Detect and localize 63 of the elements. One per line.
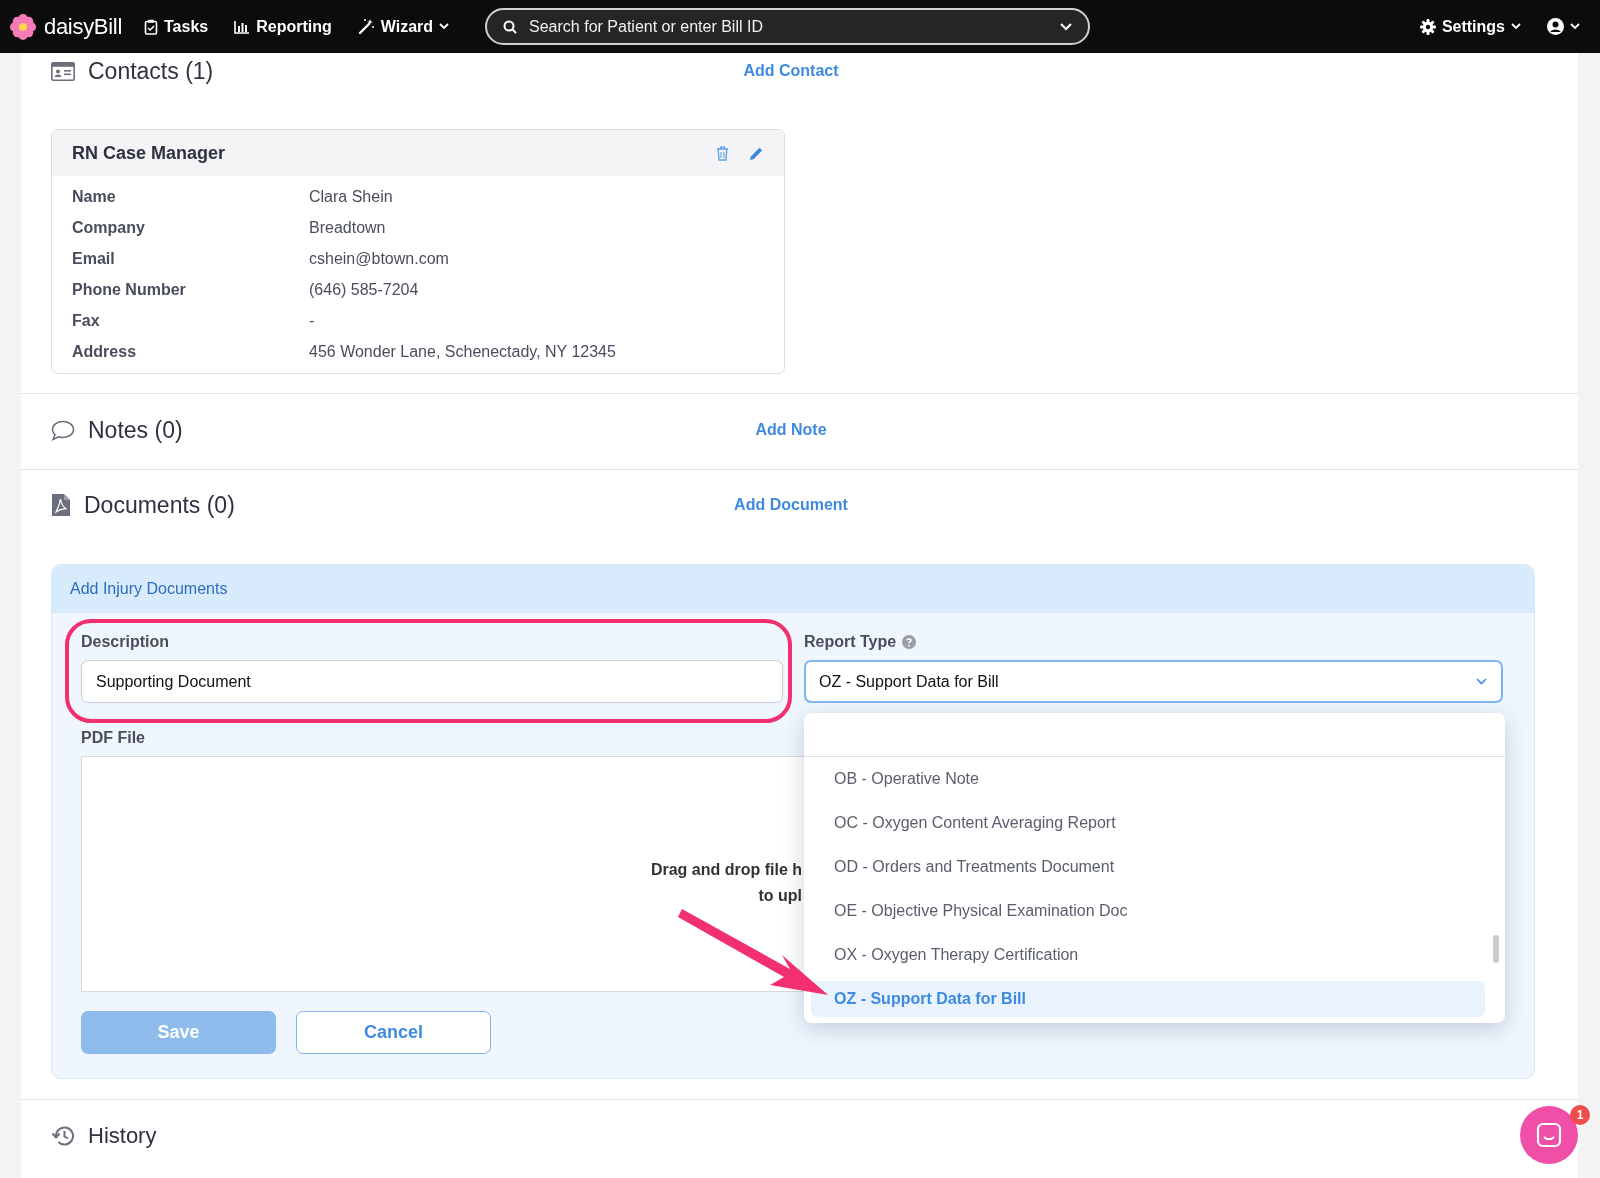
- history-icon: [51, 1125, 75, 1147]
- user-menu-button[interactable]: [1547, 18, 1580, 35]
- field-label: Report Type: [804, 633, 897, 651]
- field-value: cshein@btown.com: [309, 249, 449, 268]
- add-document-link[interactable]: Add Document: [734, 496, 848, 514]
- flower-logo-icon: [10, 13, 36, 40]
- field-label: Phone Number: [72, 280, 187, 299]
- search-field[interactable]: Search for Patient or enter Bill ID: [485, 8, 1091, 45]
- field-label: Company: [72, 218, 146, 237]
- pencil-icon[interactable]: [749, 145, 764, 161]
- field-label: PDF File: [81, 729, 146, 747]
- search-icon: [503, 19, 518, 34]
- add-note-link[interactable]: Add Note: [755, 421, 827, 439]
- cancel-button[interactable]: Cancel: [296, 1011, 491, 1054]
- settings-menu[interactable]: Settings: [1419, 17, 1521, 36]
- dropdown-option[interactable]: OC - Oxygen Content Averaging Report: [811, 801, 1485, 845]
- drop-zone-text: Drag and drop file h: [650, 860, 802, 880]
- chat-icon: [1536, 1122, 1562, 1148]
- caret-icon: [1060, 22, 1073, 31]
- form-title: Add Injury Documents: [70, 580, 228, 598]
- caret-icon: [1570, 23, 1580, 30]
- bar-chart-icon: [234, 19, 251, 34]
- dropdown-option[interactable]: OB - Operative Note: [811, 757, 1485, 801]
- drop-zone-text: to upl: [758, 886, 802, 906]
- section-title: Documents (0): [84, 491, 235, 519]
- field-label: Description: [81, 633, 170, 651]
- field-label: Name: [72, 187, 117, 206]
- search-input[interactable]: Search for Patient or enter Bill ID: [527, 16, 1051, 37]
- add-contact-link[interactable]: Add Contact: [743, 62, 839, 80]
- dropdown-option[interactable]: OX - Oxygen Therapy Certification: [811, 933, 1485, 977]
- clipboard-icon: [144, 18, 158, 35]
- section-title: Notes (0): [88, 416, 183, 444]
- field-value: -: [309, 311, 315, 330]
- settings-icon: [1419, 18, 1436, 35]
- nav-link[interactable]: Reporting: [234, 17, 332, 36]
- section-title: Contacts (1): [88, 57, 214, 85]
- nav-link[interactable]: Tasks: [144, 17, 209, 36]
- field-value: (646) 585-7204: [309, 280, 419, 299]
- caret-icon: [1476, 678, 1487, 685]
- help-icon[interactable]: [902, 635, 917, 649]
- dropdown-option[interactable]: OD - Orders and Treatments Document: [811, 845, 1485, 889]
- card-title: RN Case Manager: [72, 142, 227, 164]
- logo-text[interactable]: daisyBill: [44, 13, 122, 40]
- field-value: Clara Shein: [309, 187, 393, 206]
- speech-bubble-icon: [51, 419, 75, 441]
- contact-card-icon: [51, 61, 75, 81]
- description-input[interactable]: Supporting Document: [81, 660, 783, 703]
- field-label: Fax: [72, 311, 101, 330]
- report-type-select[interactable]: OZ - Support Data for Bill: [804, 660, 1503, 703]
- caret-icon: [1511, 23, 1521, 30]
- notification-badge: 1: [1570, 1105, 1590, 1125]
- section-title: History: [88, 1123, 157, 1149]
- user-avatar-icon: [1547, 18, 1564, 35]
- scrollbar-thumb[interactable]: [1493, 935, 1499, 963]
- field-label: Email: [72, 249, 116, 268]
- trash-icon[interactable]: [716, 145, 729, 161]
- dropdown-option[interactable]: OE - Objective Physical Examination Doc: [811, 889, 1485, 933]
- magic-wand-icon: [357, 18, 375, 35]
- field-value: 456 Wonder Lane, Schenectady, NY 12345: [309, 342, 616, 361]
- field-label: Address: [72, 342, 138, 361]
- pdf-document-icon: [51, 493, 71, 517]
- nav-link[interactable]: Wizard: [357, 17, 450, 36]
- field-value: Breadtown: [309, 218, 386, 237]
